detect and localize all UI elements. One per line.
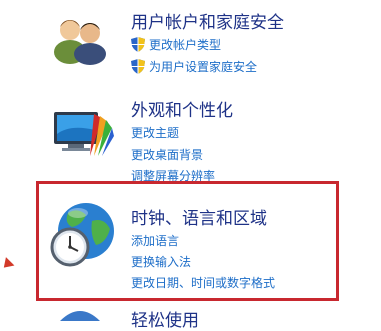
shield-icon <box>131 59 145 77</box>
appearance-icon[interactable] <box>50 104 116 164</box>
link-label: 更改帐户类型 <box>149 38 222 52</box>
ease-of-access-icon[interactable] <box>58 306 102 325</box>
users-icon[interactable] <box>52 8 110 70</box>
category-ease-of-access: 轻松使用 <box>0 300 381 331</box>
link-label: 为用户设置家庭安全 <box>149 60 258 74</box>
category-user-accounts: 用户帐户和家庭安全 更改帐户类型 为用户设置家庭安全 <box>0 0 381 90</box>
category-appearance: 外观和个性化 更改主题 更改桌面背景 调整屏幕分辨率 <box>0 90 381 183</box>
highlight-box <box>36 181 339 301</box>
shield-icon <box>131 37 145 55</box>
category-title-user-accounts[interactable]: 用户帐户和家庭安全 <box>131 8 284 33</box>
link-change-desktop-background[interactable]: 更改桌面背景 <box>131 146 203 163</box>
category-title-ease-of-access[interactable]: 轻松使用 <box>131 306 199 331</box>
link-change-theme[interactable]: 更改主题 <box>131 124 179 141</box>
category-title-appearance[interactable]: 外观和个性化 <box>131 96 233 121</box>
